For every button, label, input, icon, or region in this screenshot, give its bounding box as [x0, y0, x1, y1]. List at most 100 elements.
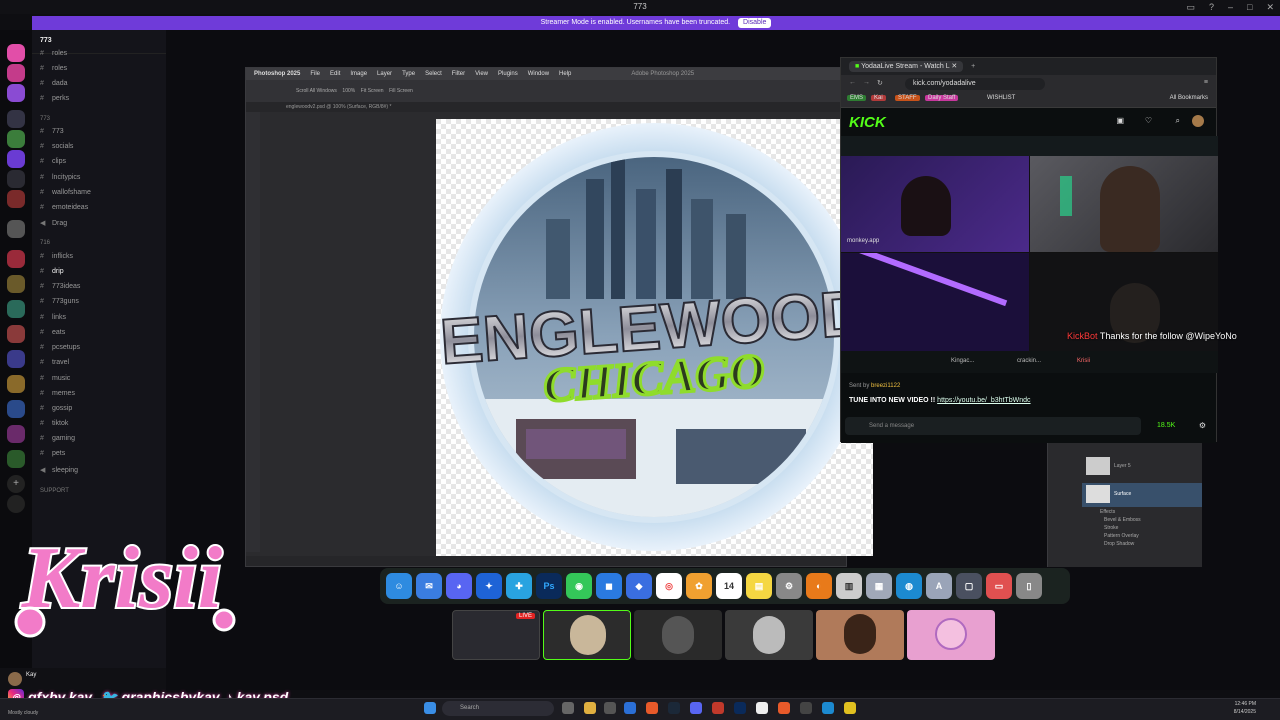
toolbox-icon[interactable]: ▭ — [986, 573, 1012, 599]
gift-icon[interactable]: ▣ — [1116, 116, 1124, 125]
channel-item[interactable]: #773 — [40, 128, 64, 135]
help-icon[interactable]: ? — [1209, 0, 1214, 14]
menu-icon[interactable]: ≡ — [1204, 79, 1208, 86]
ps-menu-item[interactable]: Image — [350, 68, 367, 80]
server-icon[interactable] — [7, 220, 25, 238]
ps-menu-item[interactable]: Filter — [452, 68, 465, 80]
steam-icon[interactable] — [668, 702, 680, 714]
messages-icon[interactable]: ◉ — [566, 573, 592, 599]
stream-thumbnail[interactable] — [543, 610, 631, 660]
taskbar-app-icon[interactable] — [604, 702, 616, 714]
ps-option[interactable]: Scroll All Windows — [296, 88, 337, 94]
ps-app-name[interactable]: Photoshop 2025 — [254, 68, 300, 80]
discord-taskbar-icon[interactable] — [690, 702, 702, 714]
ps-menu-item[interactable]: Select — [425, 68, 442, 80]
stream-thumbnail[interactable] — [634, 610, 722, 660]
bookmark-item[interactable]: WISHLIST — [987, 95, 1015, 101]
layer-name[interactable]: Layer 5 — [1114, 463, 1131, 469]
category-773[interactable]: 773 — [40, 116, 50, 122]
ps-menu-item[interactable]: Window — [528, 68, 549, 80]
layer-effect[interactable]: Pattern Overlay — [1104, 533, 1139, 539]
ps-option[interactable]: Fill Screen — [389, 88, 413, 94]
ps-menu-item[interactable]: Edit — [330, 68, 340, 80]
avatar[interactable] — [8, 672, 22, 686]
channel-item[interactable]: # gossip — [40, 405, 72, 412]
channel-item[interactable]: # inflicks — [40, 253, 73, 260]
channel-item[interactable]: ◀ sleeping — [40, 466, 78, 474]
app-icon[interactable]: ▢ — [956, 573, 982, 599]
server-icon[interactable] — [7, 64, 25, 82]
server-icon[interactable] — [7, 425, 25, 443]
ps-menu-item[interactable]: View — [475, 68, 488, 80]
chrome-icon[interactable]: ◎ — [656, 573, 682, 599]
taskbar-app-icon[interactable] — [822, 702, 834, 714]
appstore-icon[interactable]: ✦ — [476, 573, 502, 599]
server-icon[interactable] — [7, 275, 25, 293]
bookmark-item[interactable]: EMS — [847, 95, 867, 101]
layer-effect[interactable]: Effects — [1100, 509, 1115, 515]
avatar[interactable] — [1192, 115, 1204, 127]
channel-item[interactable]: # lncitypics — [40, 174, 80, 181]
back-icon[interactable]: ← — [849, 79, 856, 86]
pinned-link[interactable]: https://youtu.be/_b3htTbWndc — [937, 397, 1030, 404]
preview-icon[interactable]: ▥ — [836, 573, 862, 599]
ps-menu-item[interactable]: Layer — [377, 68, 392, 80]
inbox-icon[interactable]: ▭ — [1186, 0, 1195, 14]
task-view-icon[interactable] — [562, 702, 574, 714]
server-icon[interactable] — [7, 300, 25, 318]
ps-option[interactable]: Fit Screen — [361, 88, 384, 94]
maximize-icon[interactable]: □ — [1247, 0, 1252, 14]
server-icon[interactable] — [7, 325, 25, 343]
channel-item[interactable]: # music — [40, 375, 70, 382]
server-icon[interactable] — [7, 250, 25, 268]
ps-toolbar[interactable] — [246, 112, 260, 552]
bookmark-item[interactable]: STAFF — [895, 95, 920, 101]
channel-item[interactable]: ◀ Drag — [40, 219, 67, 227]
channel-item[interactable]: #773guns — [40, 298, 79, 305]
ps-menu-item[interactable]: Type — [402, 68, 415, 80]
channel-item[interactable]: #773ideas — [40, 283, 80, 290]
discord-icon[interactable]: ◕ — [446, 573, 472, 599]
channel-item[interactable]: # pcsetups — [40, 344, 80, 351]
server-icon[interactable] — [7, 130, 25, 148]
photoshop-taskbar-icon[interactable] — [734, 702, 746, 714]
disable-streamer-mode-button[interactable]: Disable — [738, 18, 772, 28]
bookmark-item[interactable]: Daily Staff — [925, 95, 959, 101]
minimize-icon[interactable]: – — [1228, 0, 1233, 14]
channel-item[interactable]: # roles — [40, 50, 67, 57]
mail-icon[interactable]: ✉ — [416, 573, 442, 599]
chat-input[interactable]: Send a message — [845, 417, 1141, 435]
onedrive-icon[interactable]: ◆ — [626, 573, 652, 599]
stream-thumbnail[interactable] — [816, 610, 904, 660]
disk-utility-icon[interactable]: ▦ — [866, 573, 892, 599]
settings-app-icon[interactable]: ⚙ — [776, 573, 802, 599]
channel-item[interactable]: # links — [40, 314, 66, 321]
channel-item[interactable]: # emoteideas — [40, 204, 88, 211]
server-icon[interactable] — [7, 350, 25, 368]
notes-icon[interactable]: ▤ — [746, 573, 772, 599]
system-clock[interactable]: 12:46 PM 8/14/2025 — [1234, 700, 1256, 716]
start-icon[interactable] — [424, 702, 436, 714]
server-icon[interactable] — [7, 400, 25, 418]
layer-effect[interactable]: Drop Shadow — [1104, 541, 1134, 547]
taskbar-app-icon[interactable] — [844, 702, 856, 714]
browser-tab[interactable]: ■ YodaaLive Stream - Watch L ✕ — [849, 61, 964, 72]
taskbar-search[interactable]: Search — [442, 701, 554, 716]
category-716[interactable]: 716 — [40, 240, 50, 246]
search-icon[interactable]: ⌕ — [1176, 116, 1180, 126]
channel-item[interactable]: # perks — [40, 95, 69, 102]
channel-item-active[interactable]: # drip — [40, 268, 64, 275]
layer-name[interactable]: Surface — [1114, 491, 1131, 497]
ps-menu-item[interactable]: Plugins — [498, 68, 518, 80]
stream-thumbnail[interactable] — [907, 610, 995, 660]
server-icon[interactable] — [7, 110, 25, 128]
close-icon[interactable]: ✕ — [1266, 0, 1274, 14]
channel-item[interactable]: # memes — [40, 390, 75, 397]
ps-canvas[interactable]: ENGLEWOOD CHICAGO — [436, 119, 873, 556]
taskbar-app-icon[interactable] — [800, 702, 812, 714]
reload-icon[interactable]: ↻ — [877, 79, 883, 87]
url-field[interactable]: kick.com/yodadalive — [905, 78, 1045, 90]
server-icon[interactable] — [7, 170, 25, 188]
kick-logo[interactable]: KICK — [849, 114, 886, 131]
outlook-icon[interactable]: ◼ — [596, 573, 622, 599]
